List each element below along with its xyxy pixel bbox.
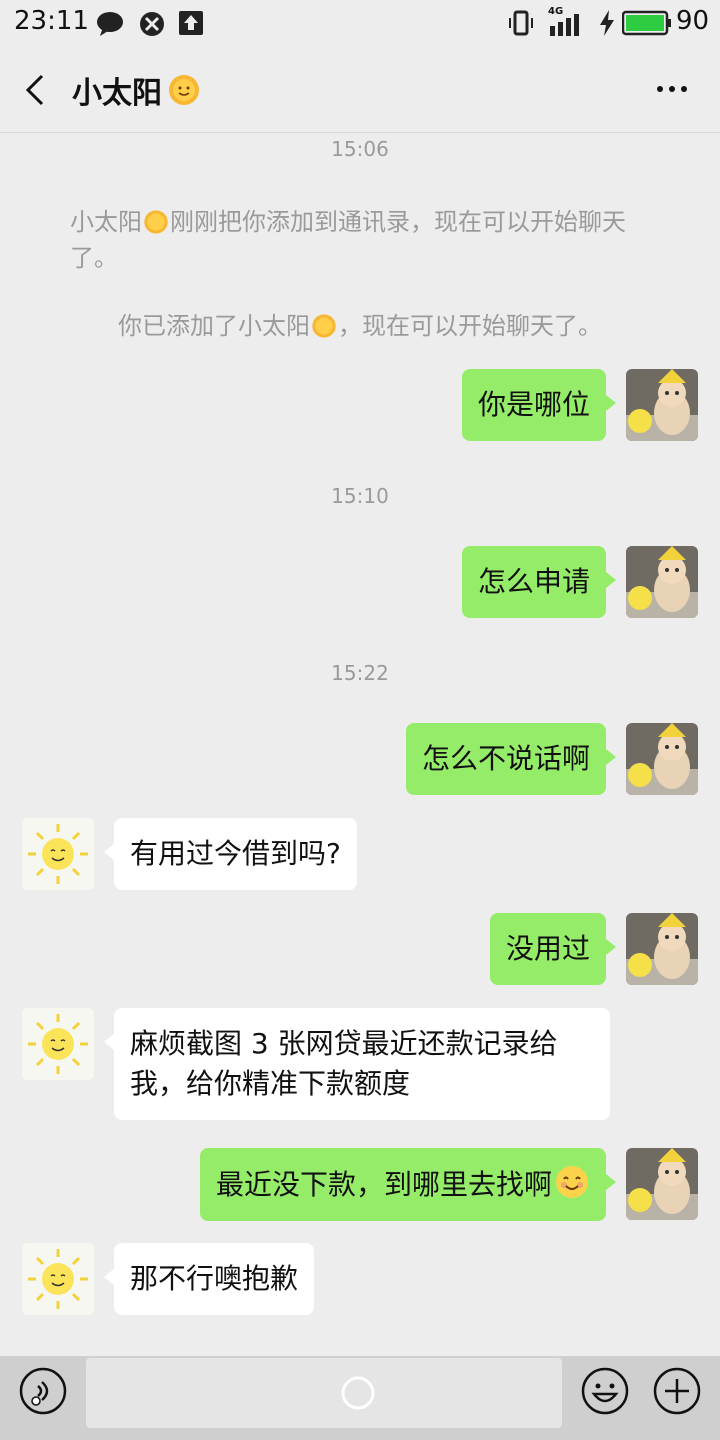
message-icon <box>97 12 123 36</box>
system-message-added-to-contacts: 小太阳 刚刚把你添加到通讯录，现在可以开始聊天 了。 <box>70 204 670 276</box>
sun-emoji-icon <box>144 210 168 234</box>
message-text: 没用过 <box>505 932 590 965</box>
system-text-cont: 了。 <box>70 244 118 272</box>
message-text-line1: 麻烦截图 3 张网贷最近还款记录给 <box>130 1027 558 1060</box>
message-text: 那不行噢抱歉 <box>130 1262 299 1295</box>
smiling-face-icon <box>556 1166 588 1198</box>
cat-avatar-icon <box>626 913 698 985</box>
signal-icon <box>550 14 579 36</box>
system-contact-name: 小太阳 <box>70 208 142 236</box>
contact-avatar[interactable] <box>22 1243 94 1315</box>
message-text: 你是哪位 <box>477 388 590 421</box>
contact-message-bubble[interactable]: 麻烦截图 3 张网贷最近还款记录给 我，给你精准下款额度 <box>104 1008 610 1120</box>
sun-avatar-icon <box>22 1008 94 1080</box>
cat-avatar-icon <box>626 723 698 795</box>
message-text: 最近没下款，到哪里去找啊 <box>215 1168 552 1201</box>
status-bar: 23:11 4G 90 <box>0 0 720 44</box>
battery-level: 90 <box>676 6 710 36</box>
chat-title-text: 小太阳 <box>72 76 162 111</box>
system-text: 你已添加了小太阳 <box>118 312 310 340</box>
chat-header: 小太阳 <box>0 44 720 133</box>
emoji-button-icon[interactable] <box>580 1366 630 1416</box>
sun-avatar-icon <box>22 818 94 890</box>
voice-input-icon[interactable] <box>18 1366 68 1416</box>
timestamp: 15:06 <box>331 137 389 161</box>
my-message-bubble[interactable]: 怎么不说话啊 <box>405 723 617 795</box>
more-options-icon[interactable] <box>652 74 692 104</box>
cat-avatar-icon <box>626 546 698 618</box>
my-message-bubble[interactable]: 怎么申请 <box>461 546 617 618</box>
my-avatar[interactable] <box>626 369 698 441</box>
my-message-bubble[interactable]: 没用过 <box>489 913 617 985</box>
message-text: 怎么不说话啊 <box>421 742 590 775</box>
upload-icon <box>179 11 203 35</box>
battery-icon <box>622 10 671 36</box>
message-text: 怎么申请 <box>477 565 590 598</box>
chat-title: 小太阳 <box>72 68 202 112</box>
vibrate-icon <box>509 10 533 36</box>
my-avatar[interactable] <box>626 1148 698 1220</box>
input-bar <box>0 1356 720 1440</box>
timestamp: 15:10 <box>331 484 389 508</box>
contact-avatar[interactable] <box>22 1008 94 1080</box>
cat-avatar-icon <box>626 1148 698 1220</box>
my-message-bubble[interactable]: 最近没下款，到哪里去找啊 <box>199 1148 617 1221</box>
browser-icon <box>140 12 164 36</box>
my-message-bubble[interactable]: 你是哪位 <box>461 369 617 441</box>
cat-avatar-icon <box>626 369 698 441</box>
add-more-icon[interactable] <box>652 1366 702 1416</box>
my-avatar[interactable] <box>626 546 698 618</box>
system-text: 刚刚把你添加到通讯录，现在可以开始聊天 <box>170 208 626 236</box>
timestamp: 15:22 <box>331 661 389 685</box>
my-avatar[interactable] <box>626 913 698 985</box>
message-input[interactable] <box>86 1358 562 1428</box>
message-text: 有用过今借到吗? <box>130 837 341 870</box>
message-text-line2: 我，给你精准下款额度 <box>130 1067 411 1100</box>
system-message-you-added: 你已添加了小太阳 ，现在可以开始聊天了。 <box>0 308 720 344</box>
charging-icon <box>600 10 614 36</box>
home-indicator-icon <box>341 1376 375 1410</box>
system-text: ，现在可以开始聊天了。 <box>338 312 602 340</box>
status-time: 23:11 <box>14 6 89 36</box>
sun-emoji-icon <box>312 314 336 338</box>
back-arrow-icon[interactable] <box>18 70 58 110</box>
my-avatar[interactable] <box>626 723 698 795</box>
contact-message-bubble[interactable]: 有用过今借到吗? <box>104 818 357 890</box>
sun-emoji-icon <box>169 75 199 105</box>
contact-message-bubble[interactable]: 那不行噢抱歉 <box>103 1243 315 1315</box>
contact-avatar[interactable] <box>22 818 94 890</box>
sun-avatar-icon <box>22 1243 94 1315</box>
